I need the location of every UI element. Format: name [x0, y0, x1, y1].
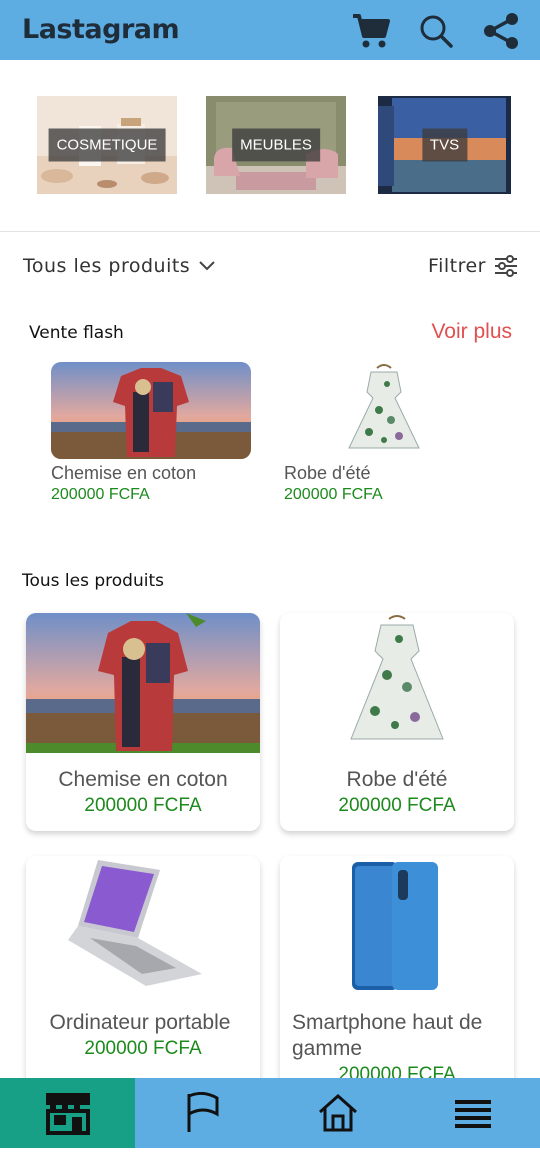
flash-item[interactable]: Robe d'été 200000 FCFA [284, 362, 484, 504]
shirt-image [51, 362, 251, 459]
home-icon [318, 1093, 357, 1132]
flash-item-price: 200000 FCFA [284, 486, 383, 503]
category-meubles[interactable]: MEUBLES [206, 96, 346, 194]
app-header: Lastagram [0, 0, 540, 60]
see-more-link[interactable]: Voir plus [431, 320, 512, 344]
flash-item-name: Chemise en coton [51, 463, 197, 483]
product-name: Chemise en coton [58, 768, 228, 791]
flash-sale-title: Vente flash [29, 323, 124, 343]
app-title: Lastagram [22, 14, 180, 45]
product-card[interactable]: Robe d'été 200000 FCFA [280, 613, 514, 831]
products-dropdown-label: Tous les produits [23, 255, 191, 277]
category-label: COSMETIQUE [48, 128, 166, 162]
category-tvs[interactable]: TVS [378, 96, 511, 194]
sliders-icon [495, 255, 517, 277]
product-name: Robe d'été [346, 768, 448, 791]
chevron-down-icon [199, 261, 215, 271]
category-label: MEUBLES [232, 128, 320, 162]
product-card[interactable]: Chemise en coton 200000 FCFA [26, 613, 260, 831]
all-products-title: Tous les produits [22, 571, 164, 591]
smartphone-image [280, 856, 514, 996]
products-dropdown[interactable]: Tous les produits [23, 255, 216, 277]
cart-icon[interactable] [351, 11, 391, 51]
shirt-image [26, 613, 260, 753]
nav-store[interactable] [0, 1078, 135, 1148]
flash-item-name: Robe d'été [284, 463, 371, 483]
product-card[interactable]: Ordinateur portable 200000 FCFA [26, 856, 260, 1096]
menu-icon [454, 1100, 491, 1128]
flag-icon [187, 1092, 218, 1132]
nav-flag[interactable] [135, 1078, 270, 1148]
filter-button[interactable]: Filtrer [428, 255, 518, 277]
product-name: Ordinateur portable [49, 1011, 231, 1034]
bottom-nav [0, 1078, 540, 1148]
store-icon [45, 1093, 90, 1135]
dress-image [280, 613, 514, 753]
flash-item[interactable]: Chemise en coton 200000 FCFA [51, 362, 251, 504]
product-price: 200000 FCFA [84, 795, 202, 816]
share-icon[interactable] [481, 11, 521, 51]
nav-menu[interactable] [405, 1078, 540, 1148]
laptop-image [26, 856, 260, 996]
flash-item-price: 200000 FCFA [51, 486, 150, 503]
category-label: TVS [421, 128, 468, 162]
product-card[interactable]: Smartphone haut de gamme 200000 FCFA [280, 856, 514, 1096]
category-cosmetique[interactable]: COSMETIQUE [37, 96, 177, 194]
product-price: 200000 FCFA [84, 1038, 202, 1059]
filter-label: Filtrer [428, 255, 486, 277]
filter-bar: Tous les produits Filtrer [0, 255, 540, 285]
category-strip: COSMETIQUE MEUBLES TVS [0, 60, 540, 232]
search-icon[interactable] [416, 11, 456, 51]
product-price: 200000 FCFA [338, 795, 456, 816]
dress-image [284, 362, 484, 459]
product-name: Smartphone haut de gamme [292, 1011, 483, 1060]
nav-home[interactable] [270, 1078, 405, 1148]
